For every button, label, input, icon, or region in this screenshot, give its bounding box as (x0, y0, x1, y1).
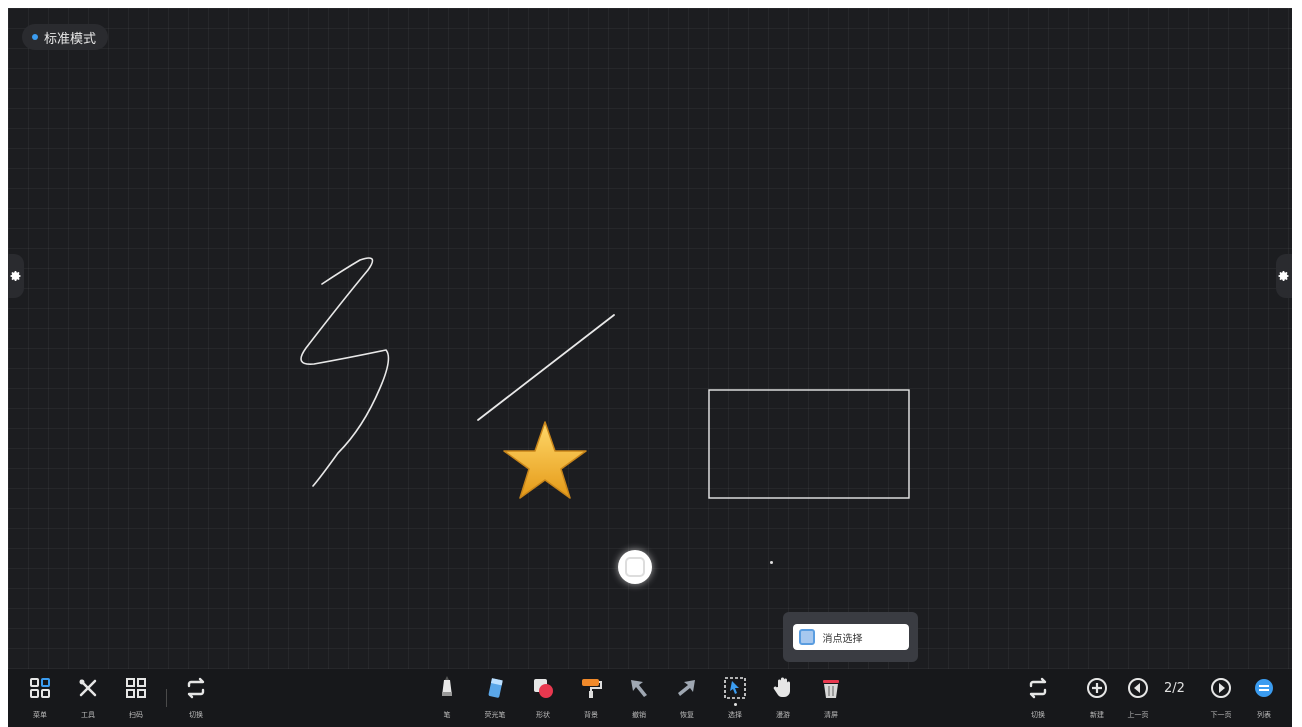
list-circle-icon (1251, 675, 1277, 701)
next-circle-icon (1208, 675, 1234, 701)
switch-right-button[interactable]: 切换 (1016, 675, 1060, 720)
tools-label: 工具 (81, 711, 95, 719)
select-option[interactable]: 消点选择 (792, 624, 909, 650)
pen-button[interactable]: 笔 (425, 675, 469, 720)
scan-button[interactable]: 扫码 (114, 675, 158, 720)
switch-icon (183, 675, 209, 701)
scan-label: 扫码 (129, 711, 143, 719)
undo-arrow-icon (626, 675, 652, 701)
select-popup: 消点选择 (783, 612, 918, 662)
freehand-stroke[interactable] (300, 257, 390, 487)
undo-label: 撤销 (632, 711, 646, 719)
redo-arrow-icon (674, 675, 700, 701)
switch-icon (1025, 675, 1051, 701)
tools-icon (75, 675, 101, 701)
roam-button[interactable]: 漫游 (761, 675, 805, 720)
roam-label: 漫游 (776, 711, 790, 719)
hand-icon (770, 675, 796, 701)
scan-icon (123, 675, 149, 701)
grid-icon (27, 675, 53, 701)
drawing-layer (300, 257, 910, 499)
next-page-label: 下一页 (1210, 711, 1232, 719)
menu-label: 菜单 (33, 711, 47, 719)
switch-button[interactable]: 切换 (174, 675, 218, 720)
select-label: 选择 (728, 711, 742, 719)
whiteboard-canvas[interactable]: 标准模式 消点选择 菜单 工具 扫码 切换 笔 荧光笔 形状 背景 撤销 恢复 … (8, 8, 1292, 727)
clear-label: 清屏 (824, 711, 838, 719)
eraser-cursor-inner (625, 557, 645, 577)
new-page-label: 新建 (1090, 711, 1104, 719)
highlighter-button[interactable]: 荧光笔 (473, 675, 517, 720)
fill-label: 背景 (584, 711, 598, 719)
prev-page-button[interactable]: 上一页 (1116, 675, 1160, 720)
tools-button[interactable]: 工具 (66, 675, 110, 720)
checkbox[interactable] (798, 629, 815, 645)
select-button[interactable]: 选择 (713, 675, 757, 720)
toolbar-divider (166, 689, 167, 707)
pen-icon (434, 675, 460, 701)
shape-button[interactable]: 形状 (521, 675, 565, 720)
straight-line-stroke[interactable] (477, 314, 615, 421)
page-indicator: 2/2 (1164, 681, 1185, 696)
eraser-cursor[interactable] (618, 550, 652, 584)
prev-page-label: 上一页 (1127, 711, 1149, 719)
clear-button[interactable]: 清屏 (809, 675, 853, 720)
redo-button[interactable]: 恢复 (665, 675, 709, 720)
select-option-label: 消点选择 (822, 633, 863, 645)
paint-roller-icon (578, 675, 604, 701)
next-page-button[interactable]: 下一页 (1199, 675, 1243, 720)
page-list-button[interactable]: 列表 (1242, 675, 1286, 720)
plus-circle-icon (1084, 675, 1110, 701)
highlighter-label: 荧光笔 (484, 711, 506, 719)
switch-right-label: 切换 (1031, 711, 1045, 719)
select-icon (722, 675, 748, 701)
pen-label: 笔 (443, 711, 451, 719)
bottom-toolbar: 菜单 工具 扫码 切换 笔 荧光笔 形状 背景 撤销 恢复 选择 漫游 清屏 切… (8, 669, 1292, 727)
active-indicator (733, 703, 737, 706)
highlighter-icon (482, 675, 508, 701)
rectangle-shape[interactable] (708, 389, 910, 499)
prev-circle-icon (1125, 675, 1151, 701)
menu-button[interactable]: 菜单 (18, 675, 62, 720)
fill-button[interactable]: 背景 (569, 675, 613, 720)
shape-icon (530, 675, 556, 701)
shape-label: 形状 (536, 711, 550, 719)
page-list-label: 列表 (1257, 711, 1271, 719)
new-page-button[interactable]: 新建 (1075, 675, 1119, 720)
undo-button[interactable]: 撤销 (617, 675, 661, 720)
switch-label: 切换 (189, 711, 203, 719)
star-shape[interactable] (503, 421, 587, 499)
trash-icon (818, 675, 844, 701)
ink-dot (770, 561, 773, 564)
redo-label: 恢复 (680, 711, 694, 719)
